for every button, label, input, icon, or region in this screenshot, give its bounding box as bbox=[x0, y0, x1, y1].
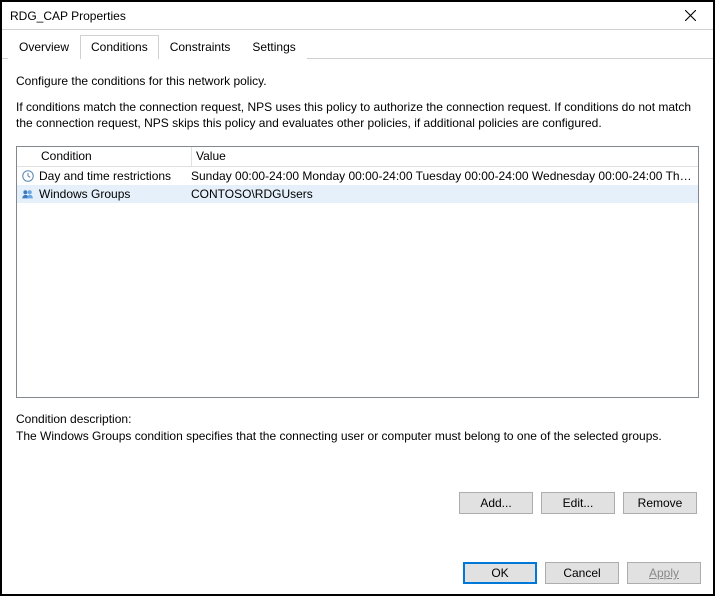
intro-text: Configure the conditions for this networ… bbox=[16, 73, 699, 89]
add-button[interactable]: Add... bbox=[459, 492, 533, 514]
tab-strip: Overview Conditions Constraints Settings bbox=[2, 30, 713, 59]
description-text: The Windows Groups condition specifies t… bbox=[16, 428, 699, 444]
clock-icon bbox=[17, 169, 39, 183]
condition-value: Sunday 00:00-24:00 Monday 00:00-24:00 Tu… bbox=[191, 169, 698, 183]
title-bar: RDG_CAP Properties bbox=[2, 2, 713, 30]
condition-name: Day and time restrictions bbox=[39, 169, 191, 183]
tab-content: Configure the conditions for this networ… bbox=[2, 59, 713, 514]
ok-button[interactable]: OK bbox=[463, 562, 537, 584]
tab-overview[interactable]: Overview bbox=[8, 35, 80, 59]
list-buttons: Add... Edit... Remove bbox=[16, 492, 699, 514]
close-button[interactable] bbox=[673, 5, 707, 27]
condition-value: CONTOSO\RDGUsers bbox=[191, 187, 698, 201]
explain-text: If conditions match the connection reque… bbox=[16, 99, 699, 131]
window-title: RDG_CAP Properties bbox=[10, 9, 673, 23]
list-row[interactable]: Day and time restrictions Sunday 00:00-2… bbox=[17, 167, 698, 185]
tab-constraints[interactable]: Constraints bbox=[159, 35, 242, 59]
tab-conditions[interactable]: Conditions bbox=[80, 35, 159, 59]
col-value[interactable]: Value bbox=[192, 149, 698, 163]
list-header: Condition Value bbox=[17, 147, 698, 167]
edit-button[interactable]: Edit... bbox=[541, 492, 615, 514]
remove-button[interactable]: Remove bbox=[623, 492, 697, 514]
col-condition[interactable]: Condition bbox=[39, 149, 191, 163]
conditions-list[interactable]: Condition Value Day and time restriction… bbox=[16, 146, 699, 398]
tab-settings[interactable]: Settings bbox=[241, 35, 306, 59]
list-row[interactable]: Windows Groups CONTOSO\RDGUsers bbox=[17, 185, 698, 203]
apply-button: Apply bbox=[627, 562, 701, 584]
cancel-button[interactable]: Cancel bbox=[545, 562, 619, 584]
description-label: Condition description: bbox=[16, 412, 699, 426]
close-icon bbox=[685, 10, 696, 21]
condition-name: Windows Groups bbox=[39, 187, 191, 201]
dialog-buttons: OK Cancel Apply bbox=[463, 562, 701, 584]
group-icon bbox=[17, 187, 39, 201]
